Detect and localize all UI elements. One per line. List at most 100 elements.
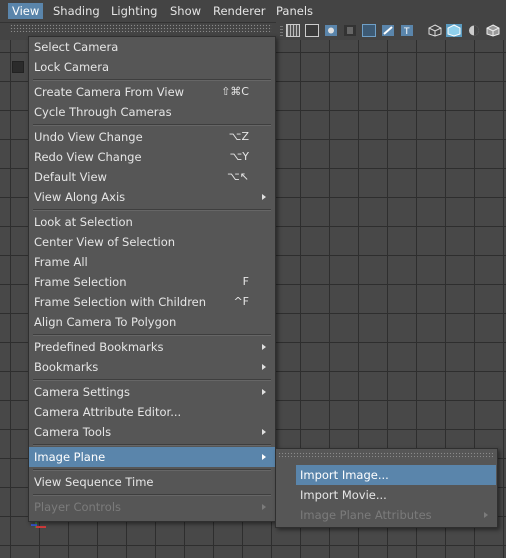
- resolution-gate-icon[interactable]: [324, 24, 338, 37]
- tear-off-strip[interactable]: [278, 452, 493, 459]
- menu-separator: [33, 444, 271, 446]
- x-axis-indicator: [36, 526, 46, 528]
- menu-item-bookmarks[interactable]: Bookmarks: [29, 357, 275, 377]
- menu-item-default-view[interactable]: Default View ⌥↖: [29, 167, 275, 187]
- submenu-arrow-icon: [262, 344, 266, 350]
- menu-item-frame-selection-with-children[interactable]: Frame Selection with Children ^F: [29, 292, 275, 312]
- menu-show[interactable]: Show: [166, 3, 205, 19]
- menu-item-frame-all[interactable]: Frame All: [29, 252, 275, 272]
- menu-view[interactable]: View: [8, 3, 44, 19]
- shortcut-label: ⌥Z: [228, 130, 249, 143]
- submenu-arrow-icon: [262, 429, 266, 435]
- menu-item-camera-tools[interactable]: Camera Tools: [29, 422, 275, 442]
- menu-item-view-along-axis[interactable]: View Along Axis: [29, 187, 275, 207]
- menu-item-player-controls: Player Controls: [29, 497, 275, 517]
- menu-item-label: Look at Selection: [34, 215, 133, 229]
- menu-item-label: Cycle Through Cameras: [34, 105, 172, 119]
- menu-item-view-sequence-time[interactable]: View Sequence Time: [29, 472, 275, 492]
- menu-panels[interactable]: Panels: [272, 3, 317, 19]
- menu-separator: [33, 379, 271, 381]
- menu-item-label: Frame Selection: [34, 275, 127, 289]
- panel-menubar: View Shading Lighting Show Renderer Pane…: [0, 0, 506, 23]
- menu-lighting[interactable]: Lighting: [107, 3, 161, 19]
- submenu-item-image-plane-attributes: Image Plane Attributes: [296, 505, 496, 525]
- submenu-arrow-icon: [262, 364, 266, 370]
- shortcut-label: ^F: [233, 295, 249, 308]
- menu-separator: [33, 124, 271, 126]
- image-plane-submenu: Import Image... Import Movie... Image Pl…: [275, 448, 498, 528]
- film-gate-icon[interactable]: [305, 24, 319, 37]
- menu-item-label: Camera Tools: [34, 425, 112, 439]
- shortcut-label: ⌥Y: [229, 150, 249, 163]
- submenu-arrow-icon: [262, 389, 266, 395]
- menu-item-label: View Sequence Time: [34, 475, 154, 489]
- menu-item-lock-camera[interactable]: Lock Camera: [29, 57, 275, 77]
- menu-item-predefined-bookmarks[interactable]: Predefined Bookmarks: [29, 337, 275, 357]
- menu-shading[interactable]: Shading: [49, 3, 104, 19]
- svg-text:T: T: [403, 27, 410, 37]
- shortcut-label: F: [242, 275, 249, 288]
- safe-title-icon[interactable]: T: [400, 24, 414, 37]
- lock-camera-checkbox[interactable]: [12, 61, 24, 73]
- z-axis-indicator: [31, 524, 37, 526]
- menu-item-select-camera[interactable]: Select Camera: [29, 37, 275, 57]
- shortcut-label: ⌥↖: [227, 170, 249, 183]
- menu-separator: [33, 334, 271, 336]
- menu-item-image-plane[interactable]: Image Plane: [29, 447, 275, 467]
- menu-item-label: Undo View Change: [34, 130, 143, 144]
- menu-item-label: Player Controls: [34, 500, 122, 514]
- menu-item-label: Predefined Bookmarks: [34, 340, 164, 354]
- safe-action-icon[interactable]: [381, 24, 395, 37]
- submenu-item-import-movie[interactable]: Import Movie...: [296, 485, 496, 505]
- menu-item-label: Select Camera: [34, 40, 119, 54]
- wireframe-on-shaded-icon[interactable]: [486, 24, 500, 37]
- menu-separator: [33, 79, 271, 81]
- submenu-item-label: Import Movie...: [300, 488, 387, 502]
- view-menu: Select Camera Lock Camera Create Camera …: [28, 36, 276, 522]
- menu-item-label: Image Plane: [34, 450, 106, 464]
- submenu-item-label: Image Plane Attributes: [300, 508, 432, 522]
- menu-item-redo-view-change[interactable]: Redo View Change ⌥Y: [29, 147, 275, 167]
- submenu-arrow-icon: [262, 194, 266, 200]
- menu-item-undo-view-change[interactable]: Undo View Change ⌥Z: [29, 127, 275, 147]
- menu-item-label: Bookmarks: [34, 360, 99, 374]
- menu-item-align-camera-to-polygon[interactable]: Align Camera To Polygon: [29, 312, 275, 332]
- menu-item-label: Redo View Change: [34, 150, 142, 164]
- menu-item-label: View Along Axis: [34, 190, 126, 204]
- menu-separator: [33, 494, 271, 496]
- menu-item-label: Create Camera From View: [34, 85, 185, 99]
- menu-item-label: Center View of Selection: [34, 235, 176, 249]
- menu-item-label: Frame All: [34, 255, 88, 269]
- submenu-arrow-icon: [262, 454, 266, 460]
- smooth-shade-cube-icon[interactable]: [446, 24, 462, 37]
- menu-item-camera-settings[interactable]: Camera Settings: [29, 382, 275, 402]
- shortcut-label: ⇧⌘C: [221, 85, 249, 98]
- menu-renderer[interactable]: Renderer: [209, 3, 270, 19]
- submenu-arrow-icon: [484, 512, 488, 518]
- menu-item-center-view-of-selection[interactable]: Center View of Selection: [29, 232, 275, 252]
- menu-item-label: Camera Settings: [34, 385, 130, 399]
- shade-toggle-icon[interactable]: [467, 24, 481, 37]
- menu-separator: [33, 209, 271, 211]
- panel-toolbar: T: [276, 22, 506, 40]
- menu-item-label: Lock Camera: [34, 60, 110, 74]
- tear-off-strip[interactable]: [10, 24, 272, 32]
- menu-item-label: Align Camera To Polygon: [34, 315, 177, 329]
- grid-icon[interactable]: [286, 24, 300, 37]
- wireframe-cube-icon[interactable]: [428, 24, 442, 37]
- submenu-item-import-image[interactable]: Import Image...: [296, 465, 496, 485]
- menu-item-look-at-selection[interactable]: Look at Selection: [29, 212, 275, 232]
- submenu-item-label: Import Image...: [300, 468, 389, 482]
- menu-item-create-camera-from-view[interactable]: Create Camera From View ⇧⌘C: [29, 82, 275, 102]
- menu-item-cycle-through-cameras[interactable]: Cycle Through Cameras: [29, 102, 275, 122]
- submenu-arrow-icon: [262, 504, 266, 510]
- menu-item-label: Default View: [34, 170, 107, 184]
- menu-item-frame-selection[interactable]: Frame Selection F: [29, 272, 275, 292]
- toolbar-grip[interactable]: [280, 26, 283, 38]
- gate-mask-icon[interactable]: [343, 24, 357, 37]
- menu-item-label: Frame Selection with Children: [34, 295, 207, 309]
- field-chart-icon[interactable]: [362, 24, 376, 37]
- menu-item-camera-attribute-editor[interactable]: Camera Attribute Editor...: [29, 402, 275, 422]
- menu-separator: [33, 469, 271, 471]
- menu-item-label: Camera Attribute Editor...: [34, 405, 182, 419]
